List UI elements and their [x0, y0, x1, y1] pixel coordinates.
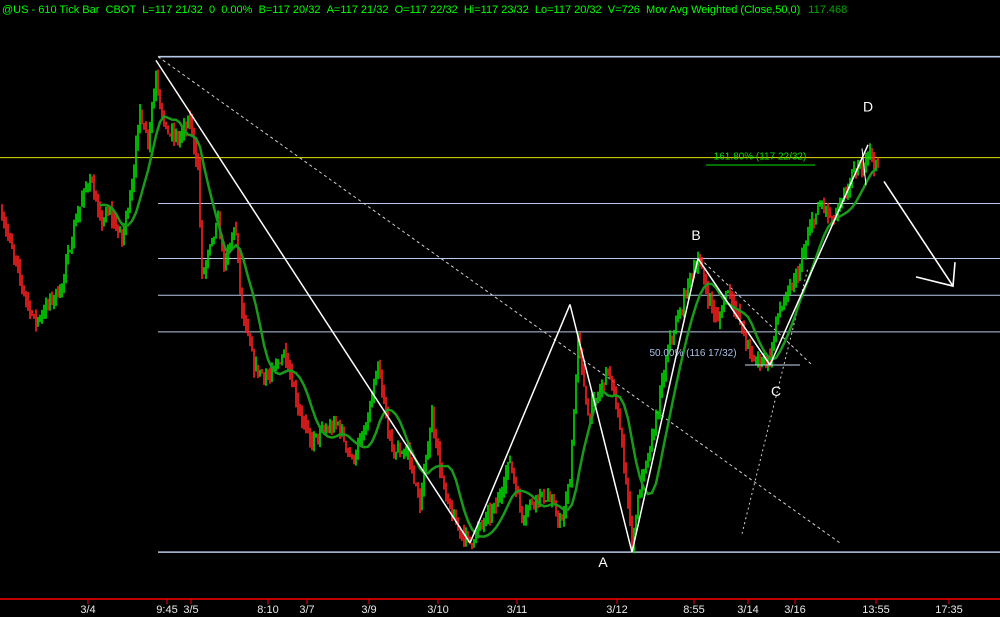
fib-annotation-label: 161.80% (117 22/32)	[714, 151, 807, 162]
pattern-point-label-a: A	[598, 554, 608, 570]
x-tick-label: 8:10	[257, 604, 278, 616]
x-tick-label: 13:55	[862, 604, 890, 616]
x-tick-label: 3/5	[183, 604, 198, 616]
x-tick-label: 3/12	[606, 604, 627, 616]
dashed-trendline	[157, 56, 841, 544]
moving-average-line	[99, 114, 877, 538]
trend-lines	[157, 56, 841, 544]
projection-arrow-shaft	[883, 181, 954, 287]
x-tick-label: 3/7	[299, 604, 314, 616]
price-bars	[1, 69, 879, 554]
projection-arrow-head	[915, 262, 956, 288]
x-tick-label: 3/10	[427, 604, 448, 616]
pattern-point-label-c: C	[771, 383, 781, 399]
x-tick-label: 3/14	[737, 604, 758, 616]
pattern-point-label-d: D	[863, 99, 873, 115]
moving-average-line	[99, 114, 877, 538]
price-chart[interactable]: A B C D 161.80% (117 22/32) 50.00% (116 17/32…	[0, 0, 1000, 617]
x-tick-label: 17:35	[935, 604, 963, 616]
x-tick-label: 3/4	[80, 604, 95, 616]
pattern-leg-line	[155, 59, 471, 544]
x-tick-label: 3/16	[784, 604, 805, 616]
annotations: A B C D 161.80% (117 22/32) 50.00% (116 17/32…	[598, 99, 873, 570]
x-tick-label: 3/11	[507, 604, 528, 616]
abcd-pattern	[155, 59, 956, 553]
pattern-leg-line	[631, 258, 699, 553]
x-tick-label: 3/9	[361, 604, 376, 616]
fib-annotation-label: 50.00% (116 17/32)	[649, 348, 736, 359]
pattern-point-label-b: B	[691, 227, 700, 243]
x-tick-label: 8:55	[683, 604, 704, 616]
x-tick-label: 9:45	[156, 604, 177, 616]
x-axis: 3/4 9:45 3/5 8:10 3/7 3/9 3/10 3/11 3/12 8:55 3/14…	[0, 598, 1000, 616]
